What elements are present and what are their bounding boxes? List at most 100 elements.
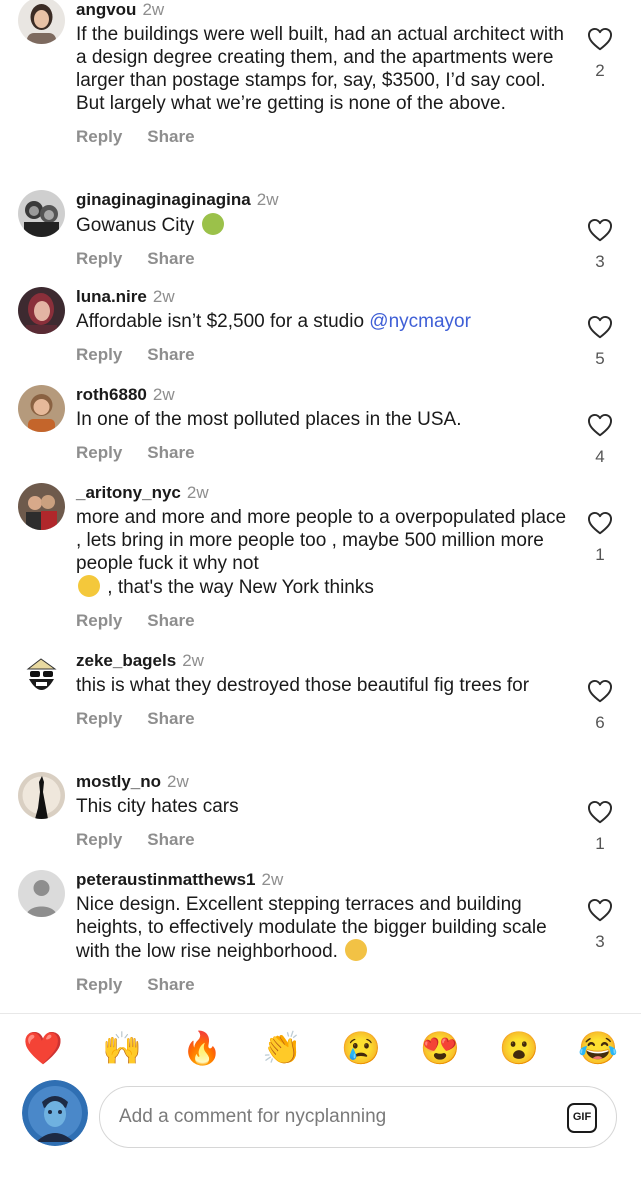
share-button[interactable]: Share xyxy=(147,127,194,147)
share-button[interactable]: Share xyxy=(147,443,194,463)
comment-header: luna.nire 2w xyxy=(76,287,576,307)
comment-username[interactable]: angvou xyxy=(76,0,136,19)
comment-text: Affordable isn’t $2,500 for a studio @ny… xyxy=(76,310,576,333)
comment-header: _aritony_nyc 2w xyxy=(76,483,576,503)
reply-button[interactable]: Reply xyxy=(76,249,122,269)
comment-username[interactable]: zeke_bagels xyxy=(76,651,176,670)
cartoon-man-avatar[interactable] xyxy=(22,1080,88,1146)
reply-button[interactable]: Reply xyxy=(76,443,122,463)
comment-username[interactable]: mostly_no xyxy=(76,772,161,791)
heart-icon[interactable] xyxy=(587,315,613,339)
like-control: 6 xyxy=(584,679,616,733)
comment-header: zeke_bagels 2w xyxy=(76,651,576,671)
comment-text: This city hates cars xyxy=(76,795,576,818)
black-and-white-photo-avatar[interactable] xyxy=(18,190,65,237)
couple-photo-avatar[interactable] xyxy=(18,483,65,530)
share-button[interactable]: Share xyxy=(147,975,194,995)
comment-time: 2w xyxy=(152,287,175,306)
tears-of-joy-emoji[interactable]: 😂 xyxy=(574,1022,622,1074)
reply-button[interactable]: Reply xyxy=(76,611,122,631)
comment-actions: Reply Share xyxy=(76,345,576,365)
comment-text-part: In one of the most polluted places in th… xyxy=(76,409,462,430)
share-button[interactable]: Share xyxy=(147,830,194,850)
like-count: 6 xyxy=(595,713,605,732)
red-heart-emoji[interactable]: ❤️ xyxy=(19,1022,67,1074)
like-count: 1 xyxy=(595,545,605,564)
bearded-sunglasses-cartoon-avatar[interactable] xyxy=(18,651,65,698)
comment-text-part: This city hates cars xyxy=(76,796,239,817)
quick-reactions-bar: ❤️ 🙌 🔥 👏 😢 😍 😮 😂 xyxy=(0,1022,641,1074)
like-control: 3 xyxy=(584,218,616,272)
comment-username[interactable]: roth6880 xyxy=(76,385,147,404)
comment-username[interactable]: _aritony_nyc xyxy=(76,483,181,502)
comment-body: luna.nire 2w Affordable isn’t $2,500 for … xyxy=(76,287,576,365)
like-count: 1 xyxy=(595,834,605,853)
comment-input[interactable]: Add a comment for nycplanning GIF xyxy=(99,1086,617,1148)
reply-button[interactable]: Reply xyxy=(76,345,122,365)
share-button[interactable]: Share xyxy=(147,345,194,365)
heart-icon[interactable] xyxy=(587,511,613,535)
comment-time: 2w xyxy=(152,385,175,404)
heart-icon[interactable] xyxy=(587,218,613,242)
heart-icon[interactable] xyxy=(587,898,613,922)
comment-text-part: Affordable isn’t $2,500 for a studio xyxy=(76,311,370,332)
comment-header: roth6880 2w xyxy=(76,385,576,405)
comment-actions: Reply Share xyxy=(76,830,576,850)
share-button[interactable]: Share xyxy=(147,249,194,269)
child-portrait-avatar[interactable] xyxy=(18,385,65,432)
clapping-hands-emoji[interactable]: 👏 xyxy=(258,1022,306,1074)
comment-body: zeke_bagels 2w this is what they destroye… xyxy=(76,651,576,729)
woman-portrait-avatar[interactable] xyxy=(18,0,65,44)
comment-body: angvou 2w If the buildings were well buil… xyxy=(76,0,576,147)
like-control: 1 xyxy=(584,511,616,565)
reply-button[interactable]: Reply xyxy=(76,127,122,147)
comment-body: ginaginaginaginagina 2w Gowanus City Repl… xyxy=(76,190,576,269)
reply-button[interactable]: Reply xyxy=(76,709,122,729)
comment-time: 2w xyxy=(261,870,284,889)
reply-button[interactable]: Reply xyxy=(76,975,122,995)
comment-header: angvou 2w xyxy=(76,0,576,20)
reply-button[interactable]: Reply xyxy=(76,830,122,850)
gif-button[interactable]: GIF xyxy=(567,1103,597,1133)
default-user-avatar[interactable] xyxy=(18,870,65,917)
nauseated-face-emoji xyxy=(201,213,224,235)
comment-time: 2w xyxy=(256,190,279,209)
heart-icon[interactable] xyxy=(587,413,613,437)
comment-username[interactable]: luna.nire xyxy=(76,287,147,306)
heart-icon[interactable] xyxy=(587,679,613,703)
comment-username[interactable]: ginaginaginaginagina xyxy=(76,190,251,209)
comment-text: this is what they destroyed those beauti… xyxy=(76,674,576,697)
like-count: 3 xyxy=(595,932,605,951)
comment-time: 2w xyxy=(186,483,209,502)
share-button[interactable]: Share xyxy=(147,709,194,729)
tears-of-joy-emoji xyxy=(78,575,100,597)
raising-hands-emoji[interactable]: 🙌 xyxy=(98,1022,146,1074)
statue-of-liberty-silhouette-avatar[interactable] xyxy=(18,772,65,819)
like-count: 4 xyxy=(595,447,605,466)
surprised-face-emoji[interactable]: 😮 xyxy=(495,1022,543,1074)
comment-text: Nice design. Excellent stepping terraces… xyxy=(76,893,576,963)
like-control: 2 xyxy=(584,27,616,81)
share-button[interactable]: Share xyxy=(147,611,194,631)
comment-header: peteraustinmatthews1 2w xyxy=(76,870,576,890)
like-count: 5 xyxy=(595,349,605,368)
divider xyxy=(0,1013,641,1014)
like-control: 4 xyxy=(584,413,616,467)
fire-emoji[interactable]: 🔥 xyxy=(178,1022,226,1074)
comment-username[interactable]: peteraustinmatthews1 xyxy=(76,870,256,889)
crying-face-emoji[interactable]: 😢 xyxy=(337,1022,385,1074)
mention-link[interactable]: @nycmayor xyxy=(369,311,471,332)
heart-icon[interactable] xyxy=(587,27,613,51)
heart-icon[interactable] xyxy=(587,800,613,824)
woman-red-hair-avatar[interactable] xyxy=(18,287,65,334)
comment-actions: Reply Share xyxy=(76,975,576,995)
comment-text-part: Gowanus City xyxy=(76,215,195,236)
like-count: 2 xyxy=(595,61,605,80)
comment-body: mostly_no 2w This city hates cars Reply S… xyxy=(76,772,576,850)
comment-header: ginaginaginaginagina 2w xyxy=(76,190,576,210)
comment-time: 2w xyxy=(167,772,189,791)
comment-text-part: this is what they destroyed those beauti… xyxy=(76,675,530,696)
comment-actions: Reply Share xyxy=(76,611,576,631)
like-control: 5 xyxy=(584,315,616,369)
heart-eyes-emoji[interactable]: 😍 xyxy=(416,1022,464,1074)
